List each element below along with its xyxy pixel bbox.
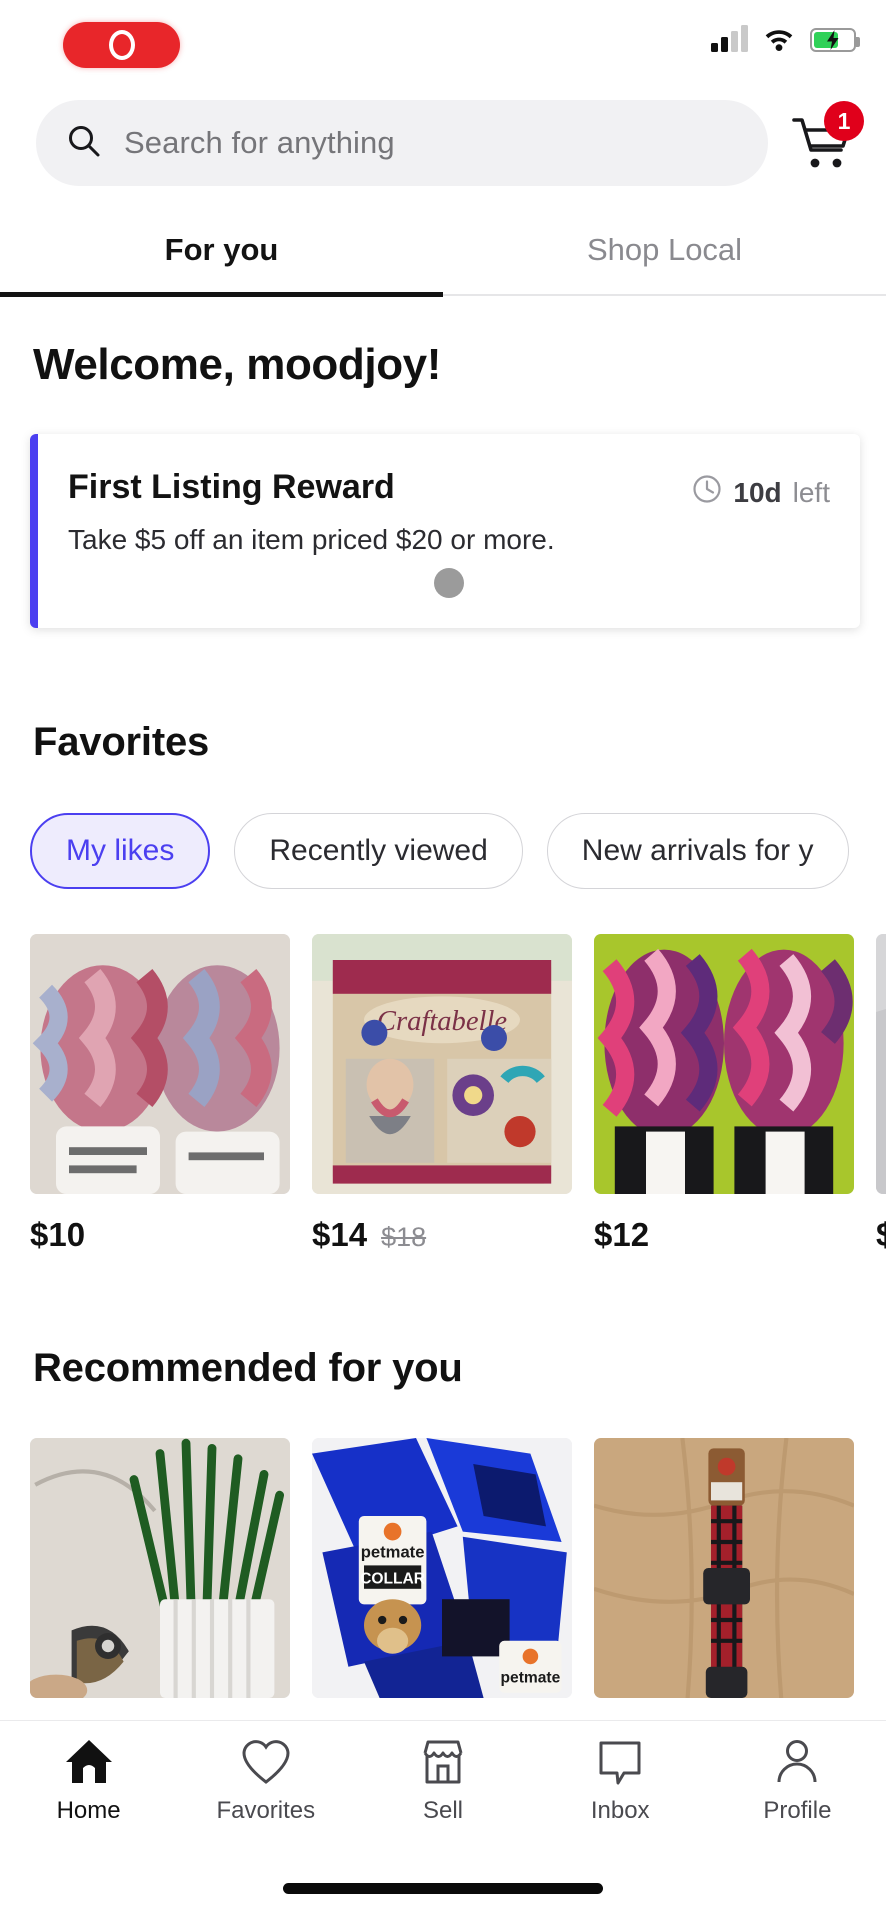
product-card[interactable] [30, 1438, 290, 1698]
battery-charging-icon [810, 28, 860, 52]
recommended-product-row[interactable]: petmate COLLAR petmate [0, 1438, 886, 1698]
tab-shop-local[interactable]: Shop Local [443, 220, 886, 294]
nav-label: Sell [422, 1797, 464, 1824]
tab-active-indicator [0, 292, 443, 297]
tab-for-you[interactable]: For you [0, 220, 443, 294]
product-image: Craftabelle [312, 934, 572, 1194]
carousel-dot[interactable] [434, 568, 464, 598]
product-price-row: $12 [594, 1194, 854, 1254]
chip-my-likes[interactable]: My likes [30, 813, 211, 889]
home-icon [65, 1740, 112, 1783]
chip-new-arrivals[interactable]: New arrivals for y [546, 813, 849, 889]
product-image [30, 934, 290, 1194]
page-title: Welcome, moodjoy! [33, 340, 441, 389]
product-price: $10 [30, 1216, 86, 1253]
product-image: petmate COLLAR petmate [312, 1438, 572, 1698]
product-image [876, 934, 886, 1194]
nav-item-profile[interactable]: Profile [709, 1735, 886, 1849]
screen-recording-indicator[interactable] [63, 22, 180, 68]
wifi-icon [762, 26, 796, 52]
search-row: Search for anything 1 [0, 92, 886, 186]
tab-bar: For you Shop Local [0, 220, 886, 294]
bottom-navigation: Home Favorites Sell Inbox Profile [0, 1720, 886, 1920]
recommended-heading: Recommended for you [33, 1346, 463, 1390]
clock-icon [692, 474, 722, 511]
search-input[interactable]: Search for anything [36, 100, 768, 186]
storefront-icon [423, 1740, 463, 1784]
cart-button[interactable]: 1 [790, 101, 864, 175]
status-bar [0, 0, 886, 92]
reward-accent-bar [30, 434, 38, 628]
carousel-dots[interactable] [68, 556, 830, 598]
signal-icon [711, 25, 748, 52]
person-icon [777, 1740, 817, 1783]
record-icon [108, 30, 135, 60]
reward-countdown: 10d left [692, 468, 830, 511]
product-card[interactable] [594, 1438, 854, 1698]
system-icons [711, 25, 860, 52]
product-card[interactable]: $12 [594, 934, 854, 1254]
nav-item-inbox[interactable]: Inbox [532, 1735, 709, 1849]
nav-label: Favorites [216, 1797, 316, 1824]
product-card[interactable]: petmate COLLAR petmate [312, 1438, 572, 1698]
tab-underline [0, 292, 886, 297]
nav-item-favorites[interactable]: Favorites [177, 1735, 354, 1849]
svg-text:petmate: petmate [361, 1543, 425, 1562]
favorites-product-row[interactable]: $10 Craftabelle $14 $18 $12 $ [0, 934, 886, 1254]
product-card[interactable]: Craftabelle $14 $18 [312, 934, 572, 1254]
product-price-row: $14 $18 [312, 1194, 572, 1254]
home-indicator[interactable] [283, 1883, 603, 1894]
favorites-filter-chips: My likes Recently viewed New arrivals fo… [0, 765, 886, 889]
cart-badge: 1 [824, 101, 864, 141]
nav-label: Home [56, 1797, 121, 1824]
nav-label: Inbox [590, 1797, 650, 1824]
search-icon [66, 123, 102, 164]
product-image [594, 934, 854, 1194]
product-price: $ [876, 1216, 886, 1253]
product-price-row: $10 [30, 1194, 290, 1254]
reward-carousel: First Listing Reward 10d left Take $5 of… [0, 390, 886, 628]
nav-label: Profile [763, 1797, 832, 1824]
reward-description: Take $5 off an item priced $20 or more. [68, 524, 555, 555]
nav-item-home[interactable]: Home [0, 1735, 177, 1849]
chip-recently-viewed[interactable]: Recently viewed [234, 813, 523, 889]
svg-text:petmate: petmate [501, 1669, 561, 1686]
product-price: $12 [594, 1216, 650, 1253]
heart-icon [242, 1740, 290, 1784]
app-screen: Search for anything 1 For you Shop Local… [0, 0, 886, 1920]
product-card[interactable]: $ [876, 934, 886, 1254]
svg-text:COLLAR: COLLAR [360, 1571, 425, 1588]
reward-days-left: 10d [733, 476, 782, 508]
nav-item-sell[interactable]: Sell [354, 1735, 531, 1849]
reward-card[interactable]: First Listing Reward 10d left Take $5 of… [30, 434, 860, 628]
message-icon [599, 1741, 641, 1785]
reward-title: First Listing Reward [68, 468, 395, 506]
product-card[interactable]: $10 [30, 934, 290, 1254]
product-price: $14 [312, 1216, 368, 1253]
search-placeholder: Search for anything [124, 125, 395, 160]
product-image [594, 1438, 854, 1698]
product-image [30, 1438, 290, 1698]
favorites-heading: Favorites [33, 720, 210, 764]
reward-left-label: left [792, 476, 830, 508]
product-price-row: $ [876, 1194, 886, 1254]
product-original-price: $18 [381, 1222, 427, 1252]
